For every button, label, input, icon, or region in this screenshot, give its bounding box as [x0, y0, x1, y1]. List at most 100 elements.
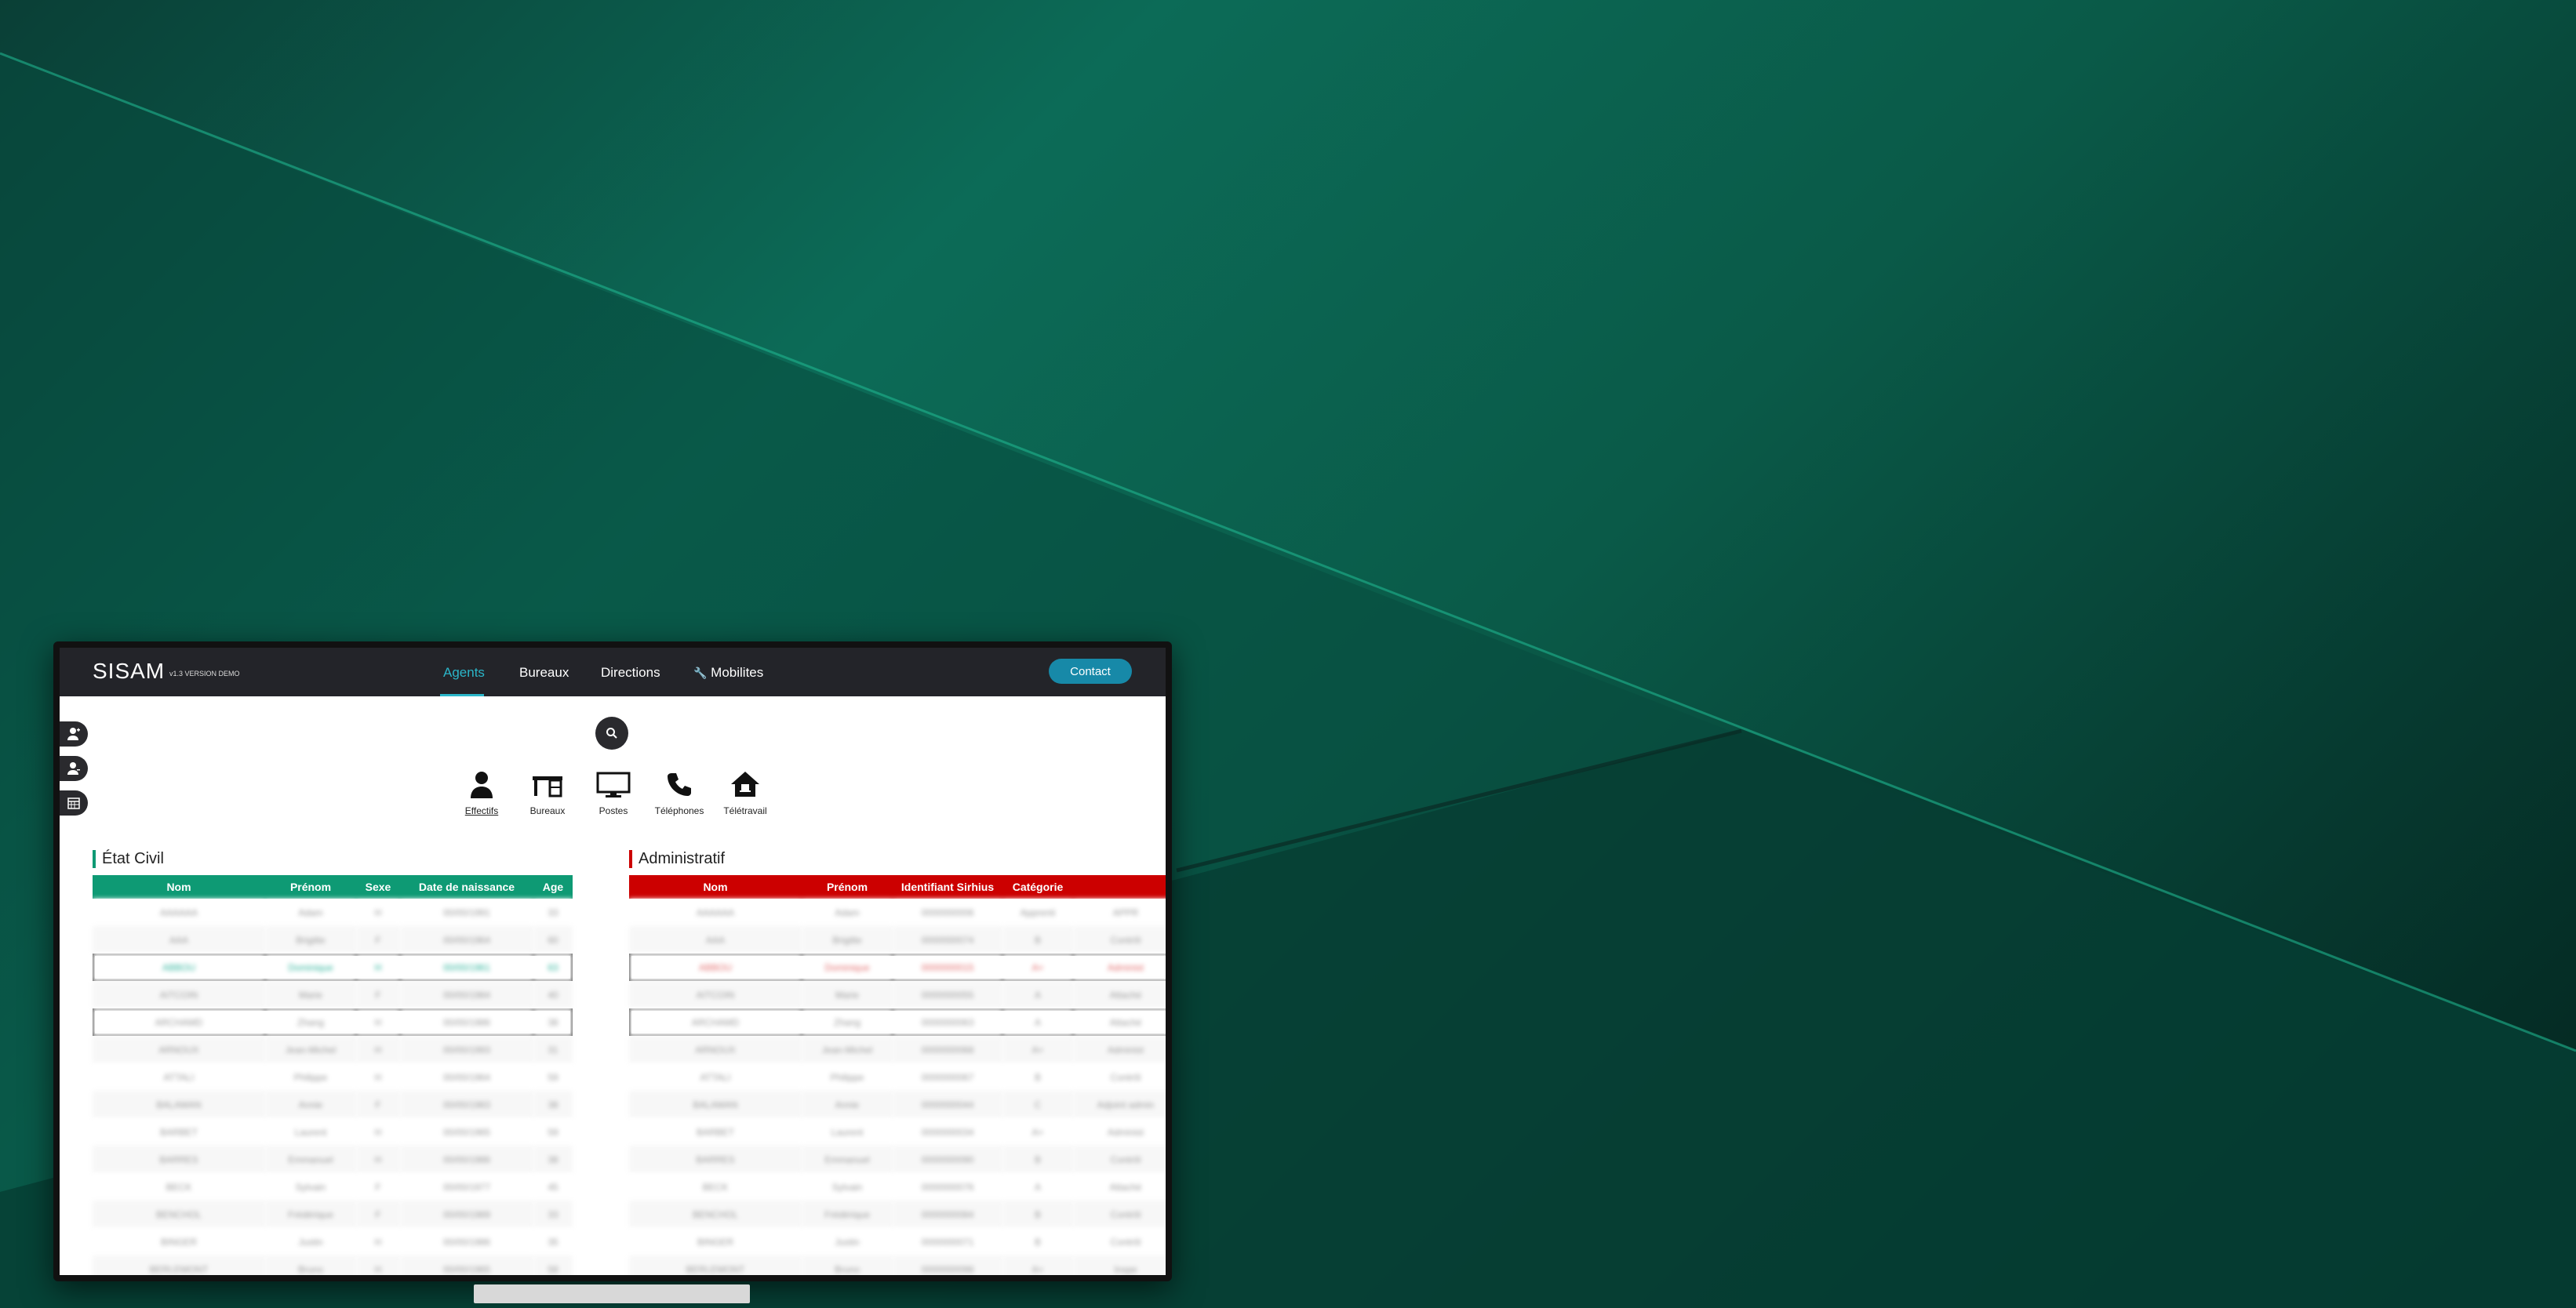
table-cell: A [1002, 1008, 1073, 1036]
table-cell: 00/00/1986 [400, 1228, 533, 1255]
table-cell: Sylvain [265, 1173, 356, 1201]
column-header[interactable]: Identifiant Sirhius [893, 875, 1002, 899]
table-row[interactable]: BARRES Emmanuel H 00/00/1986 38 [93, 1146, 573, 1173]
table-row[interactable]: ABBOU Dominique 0000000015 A+ Administ [629, 954, 1166, 981]
table-cell: Contrôl [1073, 926, 1166, 954]
side-tab-edit-agent[interactable] [60, 756, 88, 781]
table-row[interactable]: BINGER Justin H 00/00/1986 35 [93, 1228, 573, 1255]
table-cell: 40 [533, 981, 573, 1008]
column-header[interactable]: Catégorie [1002, 875, 1073, 899]
table-row[interactable]: BENCHOL Frédérique F 00/00/1989 33 [93, 1201, 573, 1228]
nav-mobilites[interactable]: 🔧 Mobilites [693, 665, 763, 681]
nav-bureaux[interactable]: Bureaux [519, 665, 569, 681]
table-cell: H [356, 1118, 400, 1146]
table-cell: 0000000098 [893, 1255, 1002, 1275]
table-cell: Contrôl [1073, 1201, 1166, 1228]
table-row[interactable]: BARBET Laurent 0000000034 A+ Administ [629, 1118, 1166, 1146]
table-row[interactable]: BARBET Laurent H 00/00/1965 59 [93, 1118, 573, 1146]
category-teletravail[interactable]: Télétravail [718, 770, 773, 816]
table-cell: Sylvain [802, 1173, 893, 1201]
table-cell: 38 [533, 1146, 573, 1173]
table-cell: BERLEMONT [629, 1255, 802, 1275]
table-row[interactable]: BECK Sylvain 0000000076 A Attaché [629, 1173, 1166, 1201]
table-cell: B [1002, 1228, 1073, 1255]
table-cell: 38 [533, 1091, 573, 1118]
table-row[interactable]: AITCOIN Marie F 00/00/1984 40 [93, 981, 573, 1008]
table-cell: AAA [93, 926, 265, 954]
wrench-icon: 🔧 [693, 667, 708, 679]
nav-agents[interactable]: Agents [443, 665, 485, 681]
side-tab-calendar[interactable] [60, 790, 88, 816]
table-cell: A+ [1002, 1255, 1073, 1275]
table-cell: 63 [533, 954, 573, 981]
table-row[interactable]: ARCHAMD Zhang 0000000063 A Attaché [629, 1008, 1166, 1036]
table-cell: Adam [265, 899, 356, 926]
column-header[interactable]: Prénom [265, 875, 356, 899]
table-cell: Zhang [802, 1008, 893, 1036]
table-cell: AITCOIN [93, 981, 265, 1008]
table-row[interactable]: ATTALI Philippe H 00/00/1964 59 [93, 1063, 573, 1091]
brand-logo[interactable]: SISAM [93, 659, 165, 684]
table-row[interactable]: BALAMAN Annie 0000000044 C Adjoint admin [629, 1091, 1166, 1118]
table-cell: B [1002, 1063, 1073, 1091]
table-row[interactable]: AAAAAA Adam H 00/00/1991 33 [93, 899, 573, 926]
column-header[interactable]: Nom [93, 875, 265, 899]
table-cell: B [1002, 926, 1073, 954]
table-cell: Justin [802, 1228, 893, 1255]
side-tab-add-agent[interactable] [60, 721, 88, 747]
table-row[interactable]: ARNOUX Jean-Michel H 00/00/1993 31 [93, 1036, 573, 1063]
category-effectifs[interactable]: Effectifs [454, 770, 509, 816]
table-row[interactable]: ARNOUX Jean-Michel 0000000068 A+ Administ [629, 1036, 1166, 1063]
table-cell: A [1002, 1173, 1073, 1201]
table-cell: AAAAAA [93, 899, 265, 926]
table-cell: 0000000071 [893, 1228, 1002, 1255]
column-header[interactable]: Date de naissance [400, 875, 533, 899]
table-cell: 00/00/1983 [400, 1091, 533, 1118]
category-postes[interactable]: Postes [586, 770, 641, 816]
table-cell: H [356, 1255, 400, 1275]
table-row[interactable]: AAA Brigitte 0000000074 B Contrôl [629, 926, 1166, 954]
table-row[interactable]: BINGER Justin 0000000071 B Contrôl [629, 1228, 1166, 1255]
category-telephones[interactable]: Téléphones [652, 770, 707, 816]
search-button[interactable] [595, 717, 628, 750]
table-cell: BINGER [93, 1228, 265, 1255]
table-cell: Dominique [802, 954, 893, 981]
home-icon [731, 772, 759, 797]
table-cell: C [1002, 1091, 1073, 1118]
table-cell: 59 [533, 1118, 573, 1146]
table-cell: 33 [533, 1201, 573, 1228]
nav-directions[interactable]: Directions [601, 665, 660, 681]
column-header[interactable]: Sexe [356, 875, 400, 899]
column-header[interactable]: Prénom [802, 875, 893, 899]
table-cell: F [356, 1091, 400, 1118]
calendar-icon [67, 798, 80, 809]
table-row[interactable]: ABBOU Dominique H 00/00/1961 63 [93, 954, 573, 981]
brand-version: v1.3 VERSION DEMO [169, 670, 240, 678]
table-row[interactable]: AAAAAA Adam 0000000006 Apprenti APPR [629, 899, 1166, 926]
table-row[interactable]: BECK Sylvain F 00/00/1977 45 [93, 1173, 573, 1201]
table-row[interactable]: AAA Brigitte F 00/00/1964 60 [93, 926, 573, 954]
table-row[interactable]: BERLEMONT Bruno 0000000098 A+ Inspe [629, 1255, 1166, 1275]
contact-button[interactable]: Contact [1049, 659, 1132, 684]
table-cell: AAA [629, 926, 802, 954]
table-cell: Bruno [265, 1255, 356, 1275]
table-cell: AITCOIN [629, 981, 802, 1008]
user-add-icon [67, 728, 80, 740]
table-cell: ARCHAMD [629, 1008, 802, 1036]
table-row[interactable]: BERLEMONT Bruno H 00/00/1965 58 [93, 1255, 573, 1275]
category-bureaux[interactable]: Bureaux [520, 770, 575, 816]
table-row[interactable]: BARRES Emmanuel 0000000090 B Contrôl [629, 1146, 1166, 1173]
table-row[interactable]: BENCHOL Frédérique 0000000084 B Contrôl [629, 1201, 1166, 1228]
table-row[interactable]: ATTALI Philippe 0000000067 B Contrôl [629, 1063, 1166, 1091]
column-header[interactable]: Nom [629, 875, 802, 899]
table-row[interactable]: AITCOIN Marie 0000000055 A Attaché [629, 981, 1166, 1008]
table-cell: Dominique [265, 954, 356, 981]
desk-icon [533, 776, 562, 798]
table-cell: BINGER [629, 1228, 802, 1255]
table-cell: 00/00/1984 [400, 981, 533, 1008]
table-row[interactable]: ARCHAMD Zhang H 00/00/1986 38 [93, 1008, 573, 1036]
column-header[interactable]: Age [533, 875, 573, 899]
table-row[interactable]: BALAMAN Annie F 00/00/1983 38 [93, 1091, 573, 1118]
search-icon [606, 728, 617, 739]
column-header[interactable] [1073, 875, 1166, 899]
